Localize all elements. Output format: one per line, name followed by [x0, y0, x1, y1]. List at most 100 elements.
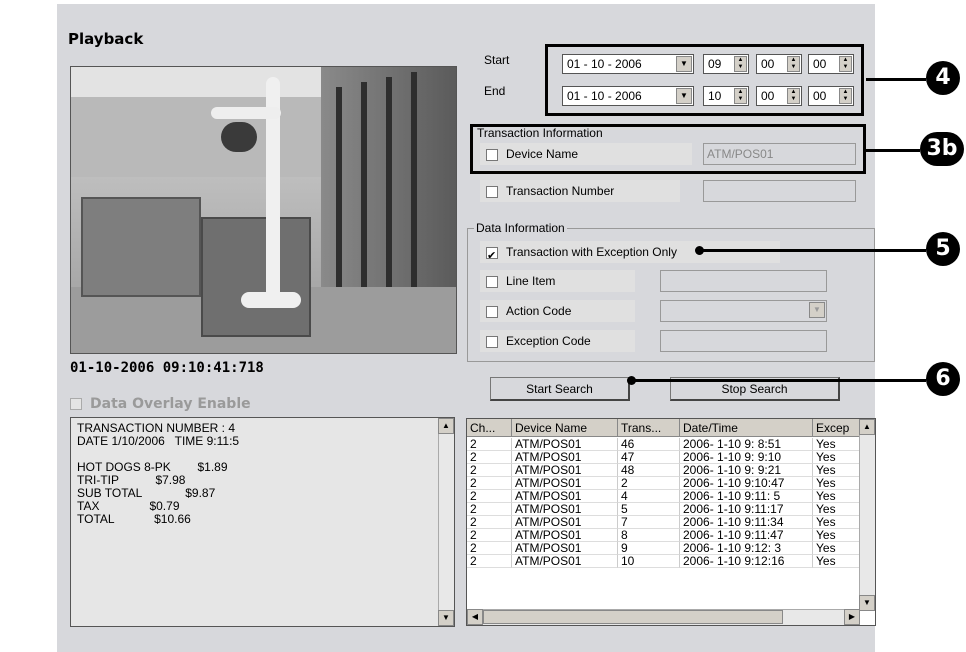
table-hscrollbar[interactable]: ◀ ▶ [467, 609, 860, 625]
spin-arrows-icon[interactable]: ▲ ▼ [734, 88, 747, 104]
device-name-input[interactable]: ATM/POS01 [703, 143, 856, 165]
scroll-up-icon[interactable]: ▲ [438, 418, 454, 434]
column-header-device-name[interactable]: Device Name [512, 419, 618, 437]
receipt-textarea[interactable]: TRANSACTION NUMBER : 4 DATE 1/10/2006 TI… [70, 417, 455, 627]
cell-transaction: 2 [618, 477, 680, 490]
spin-arrows-icon[interactable]: ▲ ▼ [839, 56, 852, 72]
exception-code-input[interactable] [660, 330, 827, 352]
cell-datetime: 2006- 1-10 9: 9:10 [680, 451, 813, 464]
action-code-select[interactable]: ▼ [660, 300, 827, 322]
spin-arrows-icon[interactable]: ▲ ▼ [734, 56, 747, 72]
chevron-down-icon[interactable]: ▼ [676, 56, 692, 72]
receipt-text: TRANSACTION NUMBER : 4 DATE 1/10/2006 TI… [77, 421, 240, 526]
results-table[interactable]: Ch... Device Name Trans... Date/Time Exc… [466, 418, 876, 626]
callout-5-line [700, 249, 926, 252]
spin-arrows-icon[interactable]: ▲ ▼ [839, 88, 852, 104]
video-timestamp: 01-10-2006 09:10:41:718 [70, 360, 264, 376]
table-row[interactable]: 2 ATM/POS01 7 2006- 1-10 9:11:34 Yes [467, 516, 862, 529]
line-item-label: Line Item [506, 274, 556, 288]
line-item-checkbox[interactable]: Line Item [480, 270, 635, 292]
table-row[interactable]: 2 ATM/POS01 46 2006- 1-10 9: 8:51 Yes [467, 438, 862, 451]
end-label: End [484, 84, 506, 98]
line-item-input[interactable] [660, 270, 827, 292]
callout-6-badge: 6 [926, 362, 960, 396]
end-second-spinner[interactable]: 00 ▲ ▼ [808, 86, 854, 106]
table-row[interactable]: 2 ATM/POS01 5 2006- 1-10 9:11:17 Yes [467, 503, 862, 516]
cell-transaction: 5 [618, 503, 680, 516]
column-header-datetime[interactable]: Date/Time [680, 419, 813, 437]
end-date-select[interactable]: 01 - 10 - 2006 ▼ [562, 86, 694, 106]
start-search-button[interactable]: Start Search [490, 377, 630, 401]
cell-channel: 2 [467, 555, 512, 568]
transaction-number-checkbox[interactable]: Transaction Number [480, 180, 680, 202]
start-label: Start [484, 53, 510, 67]
exception-code-checkbox[interactable]: Exception Code [480, 330, 635, 352]
data-overlay-checkbox[interactable]: Data Overlay Enable [70, 396, 251, 412]
checkbox-box[interactable] [486, 305, 498, 318]
scroll-up-icon[interactable]: ▲ [859, 419, 875, 435]
chevron-down-icon[interactable]: ▼ [809, 302, 825, 318]
checkbox-box[interactable] [486, 245, 498, 267]
spin-arrows-icon[interactable]: ▲ ▼ [787, 56, 800, 72]
end-hour-spinner[interactable]: 10 ▲ ▼ [703, 86, 749, 106]
cell-channel: 2 [467, 516, 512, 529]
column-header-transaction[interactable]: Trans... [618, 419, 680, 437]
cell-exception: Yes [813, 503, 862, 516]
scroll-right-icon[interactable]: ▶ [844, 609, 860, 625]
cell-transaction: 48 [618, 464, 680, 477]
checkbox-box[interactable] [486, 275, 498, 288]
cell-datetime: 2006- 1-10 9: 8:51 [680, 438, 813, 451]
callout-6-dot [627, 376, 636, 385]
checkbox-box[interactable] [70, 398, 82, 410]
scroll-left-icon[interactable]: ◀ [467, 609, 483, 625]
start-hour-value: 09 [708, 57, 722, 71]
cell-exception: Yes [813, 542, 862, 555]
chevron-down-icon[interactable]: ▼ [676, 88, 692, 104]
cell-device-name: ATM/POS01 [512, 464, 618, 477]
cell-exception: Yes [813, 490, 862, 503]
video-frame [70, 66, 457, 354]
table-row[interactable]: 2 ATM/POS01 2 2006- 1-10 9:10:47 Yes [467, 477, 862, 490]
cell-datetime: 2006- 1-10 9:11: 5 [680, 490, 813, 503]
start-second-spinner[interactable]: 00 ▲ ▼ [808, 54, 854, 74]
exception-only-checkbox[interactable]: Transaction with Exception Only [480, 241, 780, 267]
column-header-exception[interactable]: Excep [813, 419, 862, 437]
start-hour-spinner[interactable]: 09 ▲ ▼ [703, 54, 749, 74]
table-row[interactable]: 2 ATM/POS01 47 2006- 1-10 9: 9:10 Yes [467, 451, 862, 464]
device-name-checkbox[interactable]: Device Name [480, 143, 692, 165]
cell-device-name: ATM/POS01 [512, 516, 618, 529]
end-minute-spinner[interactable]: 00 ▲ ▼ [756, 86, 802, 106]
cell-datetime: 2006- 1-10 9:11:34 [680, 516, 813, 529]
cell-channel: 2 [467, 477, 512, 490]
cell-device-name: ATM/POS01 [512, 477, 618, 490]
start-second-value: 00 [813, 57, 827, 71]
column-header-channel[interactable]: Ch... [467, 419, 512, 437]
start-date-select[interactable]: 01 - 10 - 2006 ▼ [562, 54, 694, 74]
scroll-thumb[interactable] [483, 610, 783, 624]
table-row[interactable]: 2 ATM/POS01 4 2006- 1-10 9:11: 5 Yes [467, 490, 862, 503]
receipt-scrollbar[interactable]: ▲ ▼ [438, 418, 454, 626]
scroll-down-icon[interactable]: ▼ [859, 595, 875, 611]
start-minute-spinner[interactable]: 00 ▲ ▼ [756, 54, 802, 74]
checkbox-box[interactable] [486, 335, 498, 348]
cell-transaction: 9 [618, 542, 680, 555]
cell-exception: Yes [813, 529, 862, 542]
cell-channel: 2 [467, 542, 512, 555]
transaction-number-label: Transaction Number [506, 184, 615, 198]
table-row[interactable]: 2 ATM/POS01 9 2006- 1-10 9:12: 3 Yes [467, 542, 862, 555]
table-vscrollbar[interactable]: ▲ ▼ [859, 419, 875, 611]
scroll-down-icon[interactable]: ▼ [438, 610, 454, 626]
table-row[interactable]: 2 ATM/POS01 10 2006- 1-10 9:12:16 Yes [467, 555, 862, 568]
callout-6-line [632, 379, 926, 382]
transaction-number-input[interactable] [703, 180, 856, 202]
spin-arrows-icon[interactable]: ▲ ▼ [787, 88, 800, 104]
device-name-label: Device Name [506, 147, 579, 161]
checkbox-box[interactable] [486, 148, 498, 161]
checkbox-box[interactable] [486, 185, 498, 198]
end-minute-value: 00 [761, 89, 775, 103]
action-code-checkbox[interactable]: Action Code [480, 300, 635, 322]
cell-exception: Yes [813, 555, 862, 568]
end-second-value: 00 [813, 89, 827, 103]
table-row[interactable]: 2 ATM/POS01 8 2006- 1-10 9:11:47 Yes [467, 529, 862, 542]
table-row[interactable]: 2 ATM/POS01 48 2006- 1-10 9: 9:21 Yes [467, 464, 862, 477]
